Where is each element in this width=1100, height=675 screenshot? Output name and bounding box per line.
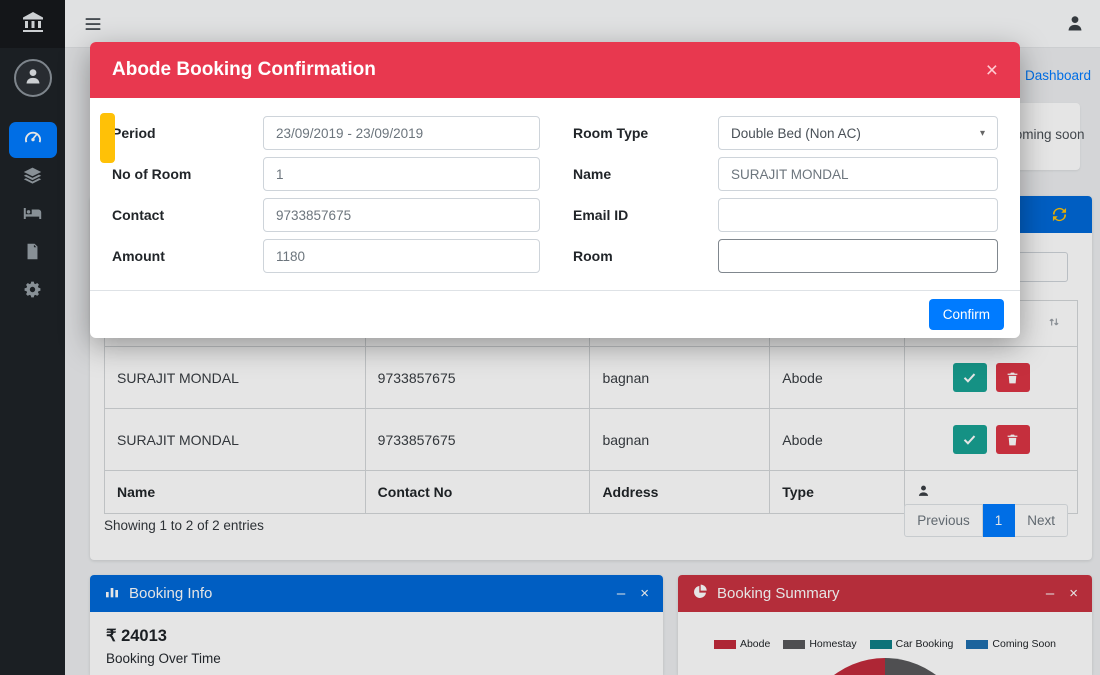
contact-label: Contact bbox=[112, 207, 263, 223]
room-type-label: Room Type bbox=[573, 125, 718, 141]
contact-input[interactable] bbox=[263, 198, 540, 232]
amount-input[interactable] bbox=[263, 239, 540, 273]
no-of-room-label: No of Room bbox=[112, 166, 263, 182]
room-type-select[interactable]: Double Bed (Non AC) ▾ bbox=[718, 116, 998, 150]
chevron-down-icon: ▾ bbox=[980, 128, 985, 139]
period-input[interactable] bbox=[263, 116, 540, 150]
room-label: Room bbox=[573, 248, 718, 264]
modal-footer: Confirm bbox=[90, 290, 1020, 338]
room-input[interactable] bbox=[718, 239, 998, 273]
modal-title: Abode Booking Confirmation bbox=[112, 59, 376, 81]
period-label: Period bbox=[112, 125, 263, 141]
booking-confirmation-modal: Abode Booking Confirmation × Period Room… bbox=[90, 42, 1020, 338]
email-label: Email ID bbox=[573, 207, 718, 223]
yellow-card-fragment bbox=[100, 113, 115, 163]
no-of-room-input[interactable] bbox=[263, 157, 540, 191]
name-input[interactable] bbox=[718, 157, 998, 191]
amount-label: Amount bbox=[112, 248, 263, 264]
modal-close-icon[interactable]: × bbox=[986, 60, 998, 81]
name-label: Name bbox=[573, 166, 718, 182]
room-type-value: Double Bed (Non AC) bbox=[731, 126, 861, 141]
modal-header: Abode Booking Confirmation × bbox=[90, 42, 1020, 98]
modal-body: Period Room Type Double Bed (Non AC) ▾ N… bbox=[90, 98, 1020, 290]
email-input[interactable] bbox=[718, 198, 998, 232]
confirm-button[interactable]: Confirm bbox=[929, 299, 1004, 330]
